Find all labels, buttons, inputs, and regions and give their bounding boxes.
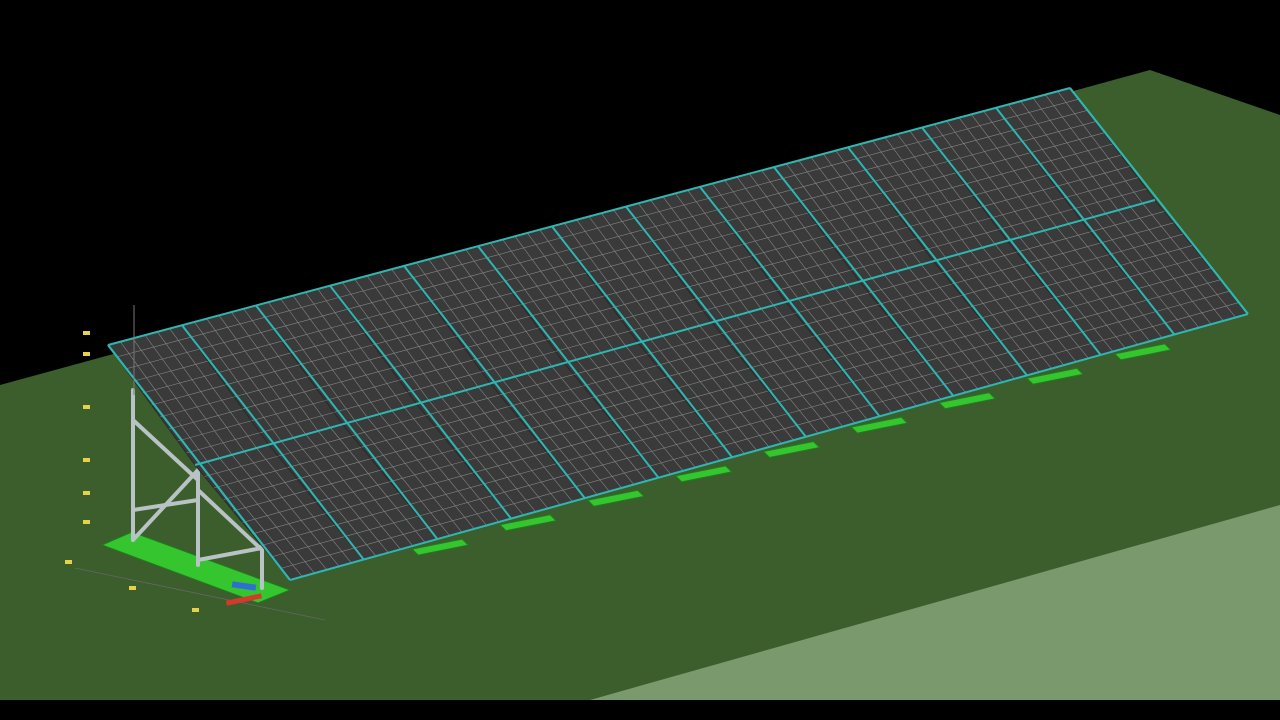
dimension-tick	[129, 586, 136, 590]
dimension-tick	[83, 458, 90, 462]
dimension-tick	[65, 560, 72, 564]
dimension-tick	[83, 352, 90, 356]
dimension-tick	[83, 491, 90, 495]
solar-array-scene[interactable]	[0, 0, 1280, 720]
dimension-tick	[192, 608, 199, 612]
dimension-tick	[83, 331, 90, 335]
cad-3d-viewport[interactable]	[0, 0, 1280, 720]
dimension-tick	[83, 520, 90, 524]
dimension-tick	[83, 405, 90, 409]
